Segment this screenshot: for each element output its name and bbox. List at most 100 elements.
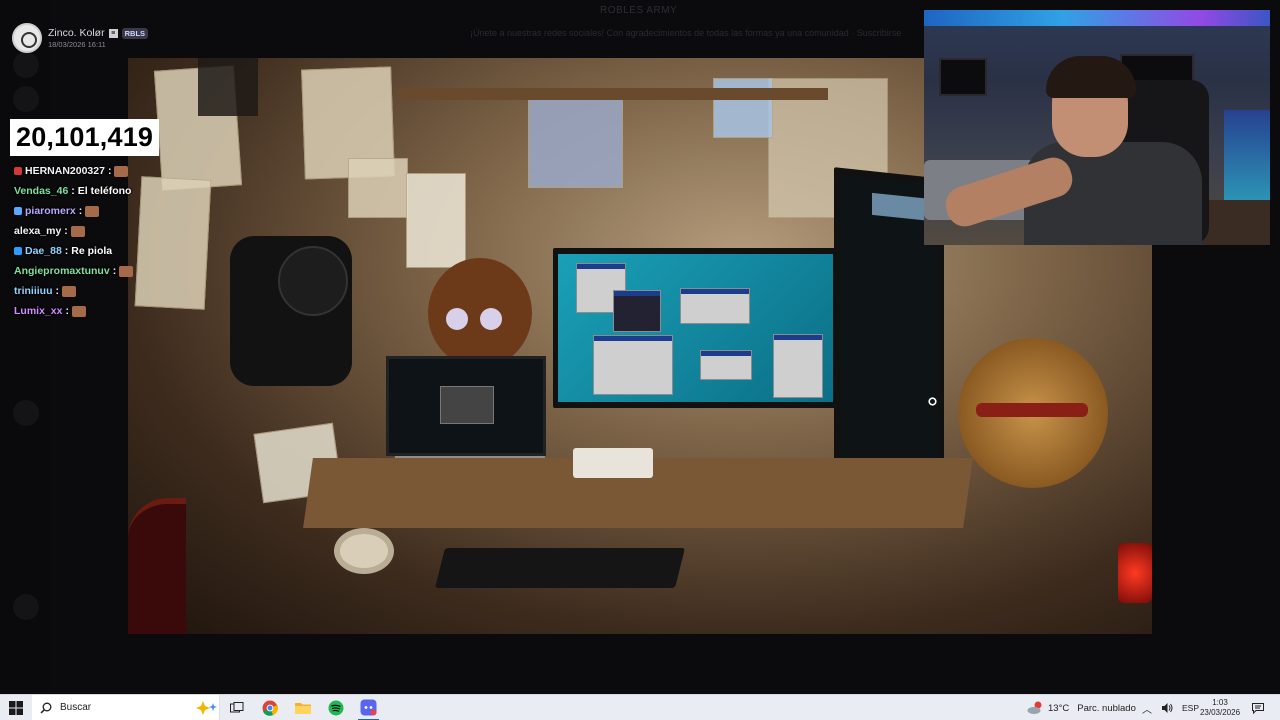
chat-message: Vendas_46 : El teléfono (14, 181, 144, 201)
emote-icon (85, 205, 100, 217)
chat-overlay: HERNAN200327 : Vendas_46 : El teléfono pia… (14, 161, 144, 321)
taskbar-search[interactable]: Buscar (32, 694, 220, 720)
language-indicator[interactable]: ESP (1182, 703, 1199, 713)
discord-icon (360, 699, 377, 716)
chat-separator: : (112, 265, 117, 277)
chat-text: Re piola (71, 245, 113, 257)
busy-cursor-icon (928, 397, 937, 406)
task-view-icon (229, 701, 243, 712)
counter-box: 20,101,419 (10, 119, 160, 156)
weather-widget[interactable]: 13°C Parc. nublado (1027, 695, 1136, 720)
window-title: ROBLES ARMY (600, 5, 678, 16)
weather-temperature: 13°C (1048, 702, 1070, 714)
server-icon[interactable] (13, 52, 39, 78)
chat-username[interactable]: triniiiuu (14, 285, 53, 297)
chat-username[interactable]: HERNAN200327 (25, 165, 105, 177)
server-sidebar (0, 0, 50, 694)
clock[interactable]: 1:03 23/03/2026 (1199, 695, 1241, 720)
rgb-ceiling-light (924, 10, 1270, 26)
server-icon[interactable] (13, 400, 39, 426)
tv (939, 58, 987, 96)
app-window (613, 290, 661, 332)
volume-icon[interactable] (1161, 702, 1173, 714)
wall-paper (406, 173, 466, 268)
spotify-icon (328, 700, 343, 715)
chat-username[interactable]: alexa_my (14, 225, 61, 237)
chat-username[interactable]: Dae_88 (25, 245, 62, 257)
search-label: Buscar (60, 702, 92, 713)
clock-time: 1:03 (1212, 698, 1228, 707)
stream-header: Zinco. Kolør ≡ RBLS 18/03/2026 16:11 (12, 22, 149, 54)
taskbar-file-explorer[interactable] (286, 695, 319, 720)
chat-separator: : (107, 165, 112, 177)
chat-username[interactable]: piaromerx (25, 205, 76, 217)
chat-message: triniiiuu : (14, 281, 144, 301)
verified-badge-icon: ≡ (108, 28, 118, 38)
chat-separator: : (55, 285, 60, 297)
chat-username[interactable]: Lumix_xx (14, 305, 62, 317)
app-window (593, 335, 673, 395)
user-badge-icon (14, 167, 22, 175)
chat-separator: : (65, 305, 69, 317)
chrome-icon (262, 700, 278, 716)
plush-eye (446, 308, 468, 330)
task-view-button[interactable] (220, 695, 253, 720)
chat-username[interactable]: Vendas_46 (14, 185, 68, 197)
screen: ROBLES ARMY ¡Únete a nuestras redes soci… (0, 0, 1280, 720)
clock-date: 23/03/2026 (1199, 708, 1241, 717)
chat-username[interactable]: Angiepromaxtunuv (14, 265, 110, 277)
app-window (700, 350, 752, 380)
avatar[interactable] (12, 23, 42, 53)
chat-message: piaromerx : (14, 201, 144, 221)
emote-icon (70, 225, 85, 237)
emote-icon (71, 305, 86, 317)
user-badge-icon (14, 207, 22, 215)
copilot-sparkle-icon (196, 700, 217, 715)
server-tag: RBLS (121, 27, 149, 39)
server-icon[interactable] (13, 594, 39, 620)
emote-icon (119, 265, 134, 277)
laptop-window (440, 386, 494, 424)
chat-separator: : (64, 225, 68, 237)
windows-taskbar: Buscar 13°C Parc. nublado ︿ ESP 1:03 23/… (0, 694, 1280, 720)
shelf (398, 88, 828, 100)
pirate-flag (198, 58, 258, 116)
keyboard (435, 548, 685, 588)
app-window (680, 288, 750, 324)
streamer-name[interactable]: Zinco. Kolør (48, 27, 105, 39)
weather-description: Parc. nublado (1077, 702, 1136, 714)
chat-message: Angiepromaxtunuv : (14, 261, 144, 281)
plush-bear (428, 258, 532, 368)
chat-bubble-icon (1252, 702, 1264, 714)
tape-roll (334, 528, 394, 574)
taskbar-discord[interactable] (352, 695, 385, 720)
notifications-button[interactable] (1252, 695, 1264, 720)
streamer-hair (1046, 56, 1136, 98)
chat-separator: : (64, 245, 69, 257)
emote-icon (62, 285, 76, 297)
wall-paper (134, 176, 212, 310)
chat-message: HERNAN200327 : (14, 161, 144, 181)
search-icon (40, 702, 52, 714)
wall-poster (713, 78, 773, 138)
windows-logo-icon (9, 700, 23, 715)
chair (128, 498, 186, 634)
start-button[interactable] (0, 695, 32, 720)
counter-value: 20,101,419 (16, 122, 154, 152)
wall-paper (348, 158, 408, 218)
plush-eye (480, 308, 502, 330)
webcam-feed (924, 10, 1270, 245)
chevron-up-icon[interactable]: ︿ (1142, 701, 1152, 716)
desk-box (573, 448, 653, 478)
folder-icon (294, 702, 311, 714)
taskbar-spotify[interactable] (319, 695, 352, 720)
taskbar-chrome[interactable] (253, 695, 286, 720)
app-window (773, 334, 823, 398)
chat-message: alexa_my : (14, 221, 144, 241)
chat-text: El teléfono (77, 185, 132, 197)
cloud-icon (1027, 701, 1042, 715)
server-icon[interactable] (13, 86, 39, 112)
hat-band (976, 403, 1088, 417)
emote-icon (114, 165, 129, 177)
announcement-banner: ¡Únete a nuestras redes sociales! Con ag… (470, 28, 902, 38)
